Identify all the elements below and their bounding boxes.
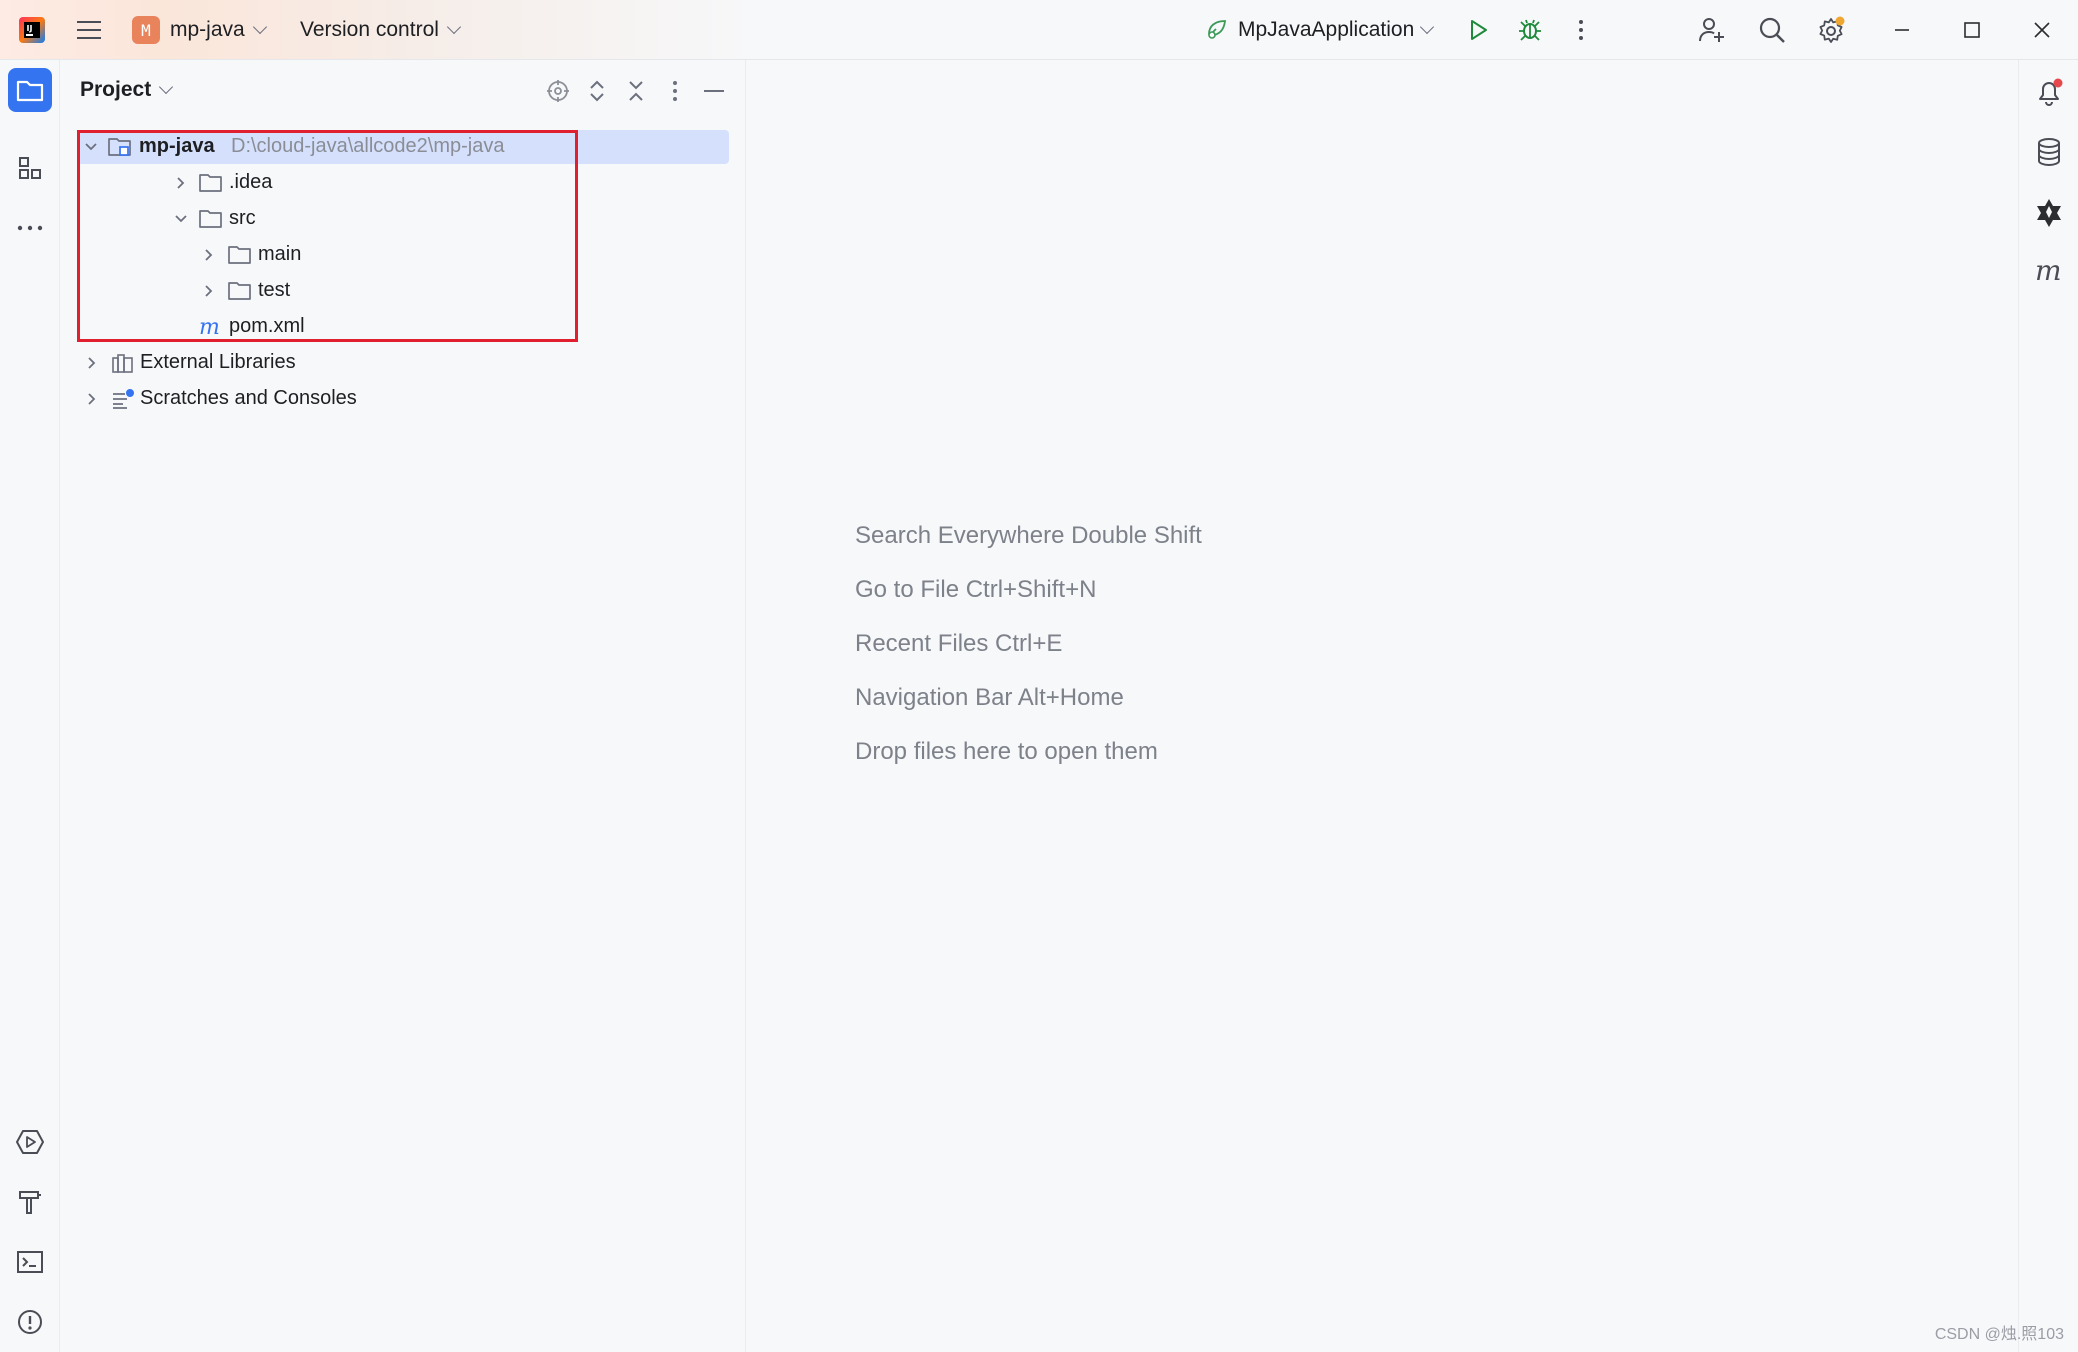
tree-node-label: .idea (229, 171, 273, 193)
maven-icon[interactable]: m (2029, 252, 2069, 292)
folder-icon (198, 170, 224, 196)
structure-icon[interactable] (8, 146, 52, 190)
hint-go-to-file: Go to File Ctrl+Shift+N (855, 576, 1097, 603)
database-icon[interactable] (2029, 132, 2069, 172)
panel-options-icon[interactable] (660, 76, 690, 106)
project-badge: M (132, 16, 160, 44)
hint-recent-files: Recent Files Ctrl+E (855, 630, 1063, 657)
chevron-right-icon[interactable] (199, 245, 219, 265)
module-folder-icon (107, 134, 133, 160)
tree-node-label: External Libraries (140, 351, 296, 373)
run-button[interactable] (1460, 12, 1496, 48)
notifications-bell-icon[interactable] (2029, 72, 2069, 112)
tree-row-scratches-and-consoles[interactable]: Scratches and Consoles (61, 382, 731, 416)
right-tool-window-strip: m (2018, 60, 2078, 1352)
svg-text:m: m (2035, 258, 2062, 286)
maximize-window-icon[interactable] (1954, 12, 1990, 48)
chevron-right-icon[interactable] (82, 353, 102, 373)
chevron-down-icon (1420, 19, 1435, 35)
more-tool-windows-icon[interactable] (8, 206, 52, 250)
hint-search-everywhere: Search Everywhere Double Shift (855, 522, 1202, 549)
scratches-icon (110, 386, 136, 412)
folder-icon (227, 278, 253, 304)
tree-row-src[interactable]: src (61, 202, 731, 236)
settings-gear-icon[interactable] (1813, 12, 1849, 48)
chevron-down-icon (159, 79, 174, 95)
code-with-me-icon[interactable] (1694, 12, 1730, 48)
project-widget[interactable]: M mp-java (132, 14, 267, 46)
run-config-name: MpJavaApplication (1238, 18, 1415, 41)
close-window-icon[interactable] (2024, 12, 2060, 48)
hint-navigation-bar: Navigation Bar Alt+Home (855, 684, 1124, 711)
build-hammer-icon[interactable] (8, 1180, 52, 1224)
collapse-all-icon[interactable] (621, 76, 651, 106)
tree-row-pom-xml[interactable]: m pom.xml (61, 310, 731, 344)
tree-node-label: mp-java (139, 135, 215, 157)
ai-assistant-icon[interactable] (2029, 192, 2069, 232)
folder-icon (198, 206, 224, 232)
search-icon[interactable] (1754, 12, 1790, 48)
chevron-down-icon (446, 19, 461, 35)
tree-node-label: main (258, 243, 302, 265)
spring-boot-icon (1204, 15, 1230, 46)
problems-icon[interactable] (8, 1300, 52, 1344)
services-icon[interactable] (8, 1120, 52, 1164)
chevron-down-icon[interactable] (81, 137, 101, 157)
more-actions-icon[interactable] (1563, 12, 1599, 48)
select-opened-file-icon[interactable] (543, 76, 573, 106)
debug-button[interactable] (1512, 12, 1548, 48)
hide-panel-icon[interactable] (699, 76, 729, 106)
maven-file-icon: m (198, 314, 224, 340)
chevron-right-icon[interactable] (82, 389, 102, 409)
project-tool-window-button[interactable] (8, 68, 52, 112)
tree-row-main[interactable]: main (61, 238, 731, 272)
intellij-logo-icon[interactable]: IJ (16, 14, 48, 46)
project-view-selector[interactable]: Project (80, 78, 174, 102)
panel-title: Project (80, 78, 152, 101)
project-panel-header: Project (61, 60, 746, 122)
project-name: mp-java (170, 18, 245, 41)
run-configuration-selector[interactable]: MpJavaApplication (1204, 14, 1435, 46)
tree-node-label: src (229, 207, 256, 229)
watermark: CSDN @烛.照103 (1934, 1326, 2064, 1343)
editor-empty-area[interactable]: Search Everywhere Double Shift Go to Fil… (746, 60, 2018, 1352)
tree-node-label: test (258, 279, 291, 301)
hint-drop-files: Drop files here to open them (855, 738, 1158, 765)
tree-node-label: pom.xml (229, 315, 305, 337)
chevron-right-icon[interactable] (199, 281, 219, 301)
left-tool-window-strip (0, 60, 60, 1352)
main-menu-icon[interactable] (72, 14, 106, 46)
chevron-right-icon[interactable] (171, 173, 191, 193)
version-control-widget[interactable]: Version control (300, 14, 461, 46)
title-bar: IJ M mp-java Version control MpJavaAppli… (0, 0, 2078, 60)
version-control-label: Version control (300, 18, 439, 41)
chevron-down-icon (252, 19, 267, 35)
expand-all-icon[interactable] (582, 76, 612, 106)
minimize-window-icon[interactable] (1884, 12, 1920, 48)
terminal-icon[interactable] (8, 1240, 52, 1284)
tree-node-label: Scratches and Consoles (140, 387, 357, 409)
project-tool-window: Project mp-java D:\cloud-java\allcode2\m… (61, 60, 746, 1352)
module-path: D:\cloud-java\allcode2\mp-java (231, 135, 505, 157)
library-icon (110, 350, 136, 376)
tree-row-test[interactable]: test (61, 274, 731, 308)
folder-icon (227, 242, 253, 268)
tree-row-idea[interactable]: .idea (61, 166, 731, 200)
svg-text:IJ: IJ (27, 24, 33, 33)
tree-row-mp-java[interactable]: mp-java D:\cloud-java\allcode2\mp-java (77, 130, 729, 164)
svg-text:m: m (199, 315, 220, 339)
chevron-down-icon[interactable] (171, 209, 191, 229)
tree-row-external-libraries[interactable]: External Libraries (61, 346, 731, 380)
